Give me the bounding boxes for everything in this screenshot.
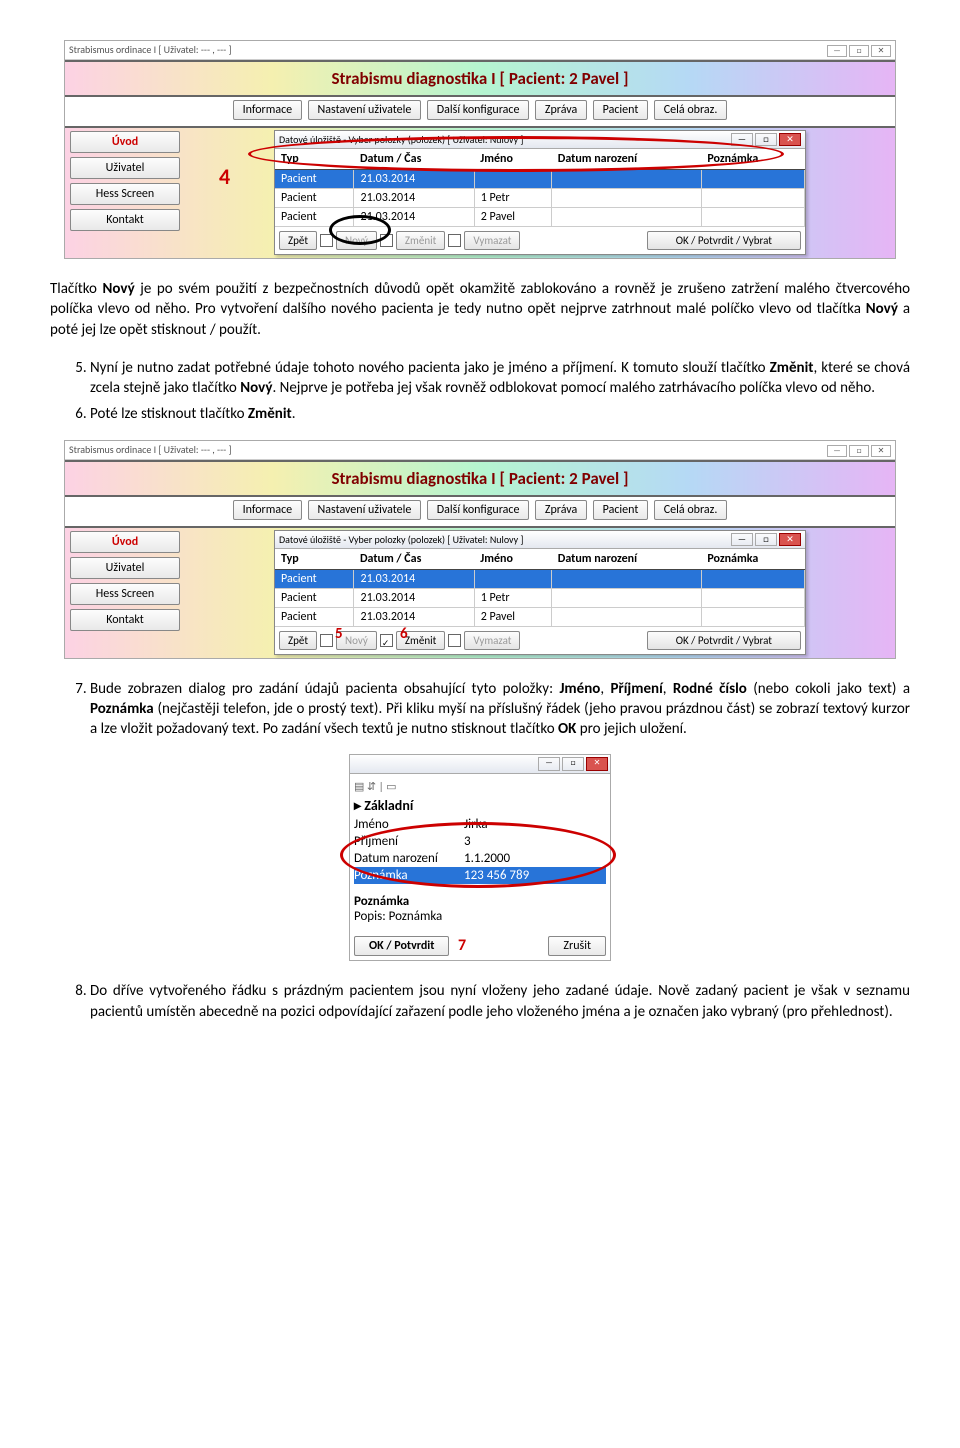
outer-window-title: Strabismus ordinace I [ Uživatel: --- , …: [65, 41, 895, 60]
zpet-button[interactable]: Zpět: [279, 231, 317, 250]
paragraph-1: Tlačítko Nový je po svém použití z bezpe…: [50, 279, 910, 340]
annotation-5: 5: [335, 625, 343, 643]
novy-button[interactable]: Nový: [336, 231, 377, 250]
list-item-6: Poté lze stisknout tlačítko Změnit.: [90, 404, 910, 424]
list-item-8: Do dříve vytvořeného řádku s prázdným pa…: [90, 981, 910, 1022]
ok-button[interactable]: OK / Potvrdit / Vybrat: [647, 631, 801, 650]
dialog-titlebar: —□✕: [350, 755, 610, 774]
inner-window: Datové úložiště - Vyber polozky (polozek…: [274, 530, 806, 655]
annotation-7: 7: [458, 936, 466, 955]
nav-informace[interactable]: Informace: [233, 100, 303, 120]
vymazat-checkbox[interactable]: [448, 634, 461, 647]
numbered-list-5-6: Nyní je nutno zadat potřebné údaje tohot…: [50, 358, 910, 425]
nav-nastaveni[interactable]: Nastavení uživatele: [308, 100, 422, 120]
bottom-header: Poznámka: [354, 894, 606, 909]
nav-pacient[interactable]: Pacient: [593, 100, 649, 120]
field-poznamka[interactable]: Poznámka123 456 789: [354, 867, 606, 884]
close-icon[interactable]: ✕: [586, 757, 608, 771]
app-header: Strabismu diagnostika I [ Pacient: 2 Pav…: [65, 460, 895, 497]
zmenit-button[interactable]: Změnit: [396, 231, 445, 250]
nav-konfigurace[interactable]: Další konfigurace: [427, 500, 530, 520]
table-row[interactable]: Pacient21.03.20142 Pavel: [275, 607, 805, 626]
field-narozeni[interactable]: Datum narození1.1.2000: [354, 850, 606, 867]
nav-obrazovka[interactable]: Celá obraz.: [654, 100, 728, 120]
window-buttons: —□✕: [825, 43, 891, 57]
list-item-5: Nyní je nutno zadat potřebné údaje tohot…: [90, 358, 910, 399]
table-row[interactable]: Pacient21.03.20141 Petr: [275, 588, 805, 607]
screenshot-1: Strabismus ordinace I [ Uživatel: --- , …: [64, 40, 896, 259]
sidebar-uzivatel[interactable]: Uživatel: [70, 157, 180, 179]
outer-window-title: Strabismus ordinace I [ Uživatel: --- , …: [65, 441, 895, 460]
sidebar: Úvod Uživatel Hess Screen Kontakt: [65, 128, 185, 258]
vymazat-checkbox[interactable]: [448, 234, 461, 247]
inner-window: Datové úložiště - Vyber polozky (polozek…: [274, 130, 806, 255]
nav-nastaveni[interactable]: Nastavení uživatele: [308, 500, 422, 520]
novy-checkbox[interactable]: [320, 234, 333, 247]
patient-table: TypDatum / ČasJménoDatum narozeníPoznámk…: [275, 149, 805, 227]
field-jmeno[interactable]: JménoJirka: [354, 816, 606, 833]
sidebar-uzivatel[interactable]: Uživatel: [70, 557, 180, 579]
sidebar: Úvod Uživatel Hess Screen Kontakt: [65, 528, 185, 658]
screenshot-2: Strabismus ordinace I [ Uživatel: --- , …: [64, 440, 896, 659]
zmenit-checkbox[interactable]: [380, 634, 393, 647]
numbered-list-8: Do dříve vytvořeného řádku s prázdným pa…: [50, 981, 910, 1022]
nav-obrazovka[interactable]: Celá obraz.: [654, 500, 728, 520]
nav-zprava[interactable]: Zpráva: [535, 500, 587, 520]
app-header: Strabismu diagnostika I [ Pacient: 2 Pav…: [65, 60, 895, 97]
list-item-7: Bude zobrazen dialog pro zadání údajů pa…: [90, 679, 910, 740]
novy-checkbox[interactable]: [320, 634, 333, 647]
sidebar-uvod[interactable]: Úvod: [70, 531, 180, 553]
zpet-button[interactable]: Zpět: [279, 631, 317, 650]
zmenit-checkbox[interactable]: [380, 234, 393, 247]
field-prijmeni[interactable]: Příjmení3: [354, 833, 606, 850]
button-row: Zpět Nový Změnit Vymazat OK / Potvrdit /…: [275, 227, 805, 254]
toolbar-icons: ▤ ⇵ | ▭: [354, 778, 606, 795]
nav-bar: Informace Nastavení uživatele Další konf…: [65, 97, 895, 128]
table-row[interactable]: Pacient21.03.20141 Petr: [275, 189, 805, 208]
table-row[interactable]: Pacient21.03.20142 Pavel: [275, 208, 805, 227]
close-icon[interactable]: ✕: [779, 133, 801, 146]
cancel-button[interactable]: Zrušit: [548, 936, 606, 956]
annotation-6: 6: [400, 625, 408, 643]
close-icon[interactable]: ✕: [779, 533, 801, 546]
ok-button[interactable]: OK / Potvrdit / Vybrat: [647, 231, 801, 250]
table-row[interactable]: Pacient21.03.2014: [275, 170, 805, 189]
nav-bar: Informace Nastavení uživatele Další konf…: [65, 497, 895, 528]
nav-konfigurace[interactable]: Další konfigurace: [427, 100, 530, 120]
inner-window-title: Datové úložiště - Vyber polozky (polozek…: [279, 133, 523, 146]
sidebar-uvod[interactable]: Úvod: [70, 131, 180, 153]
button-row: Zpět Nový 5 Změnit 6 Vymazat OK / Potvrd…: [275, 627, 805, 654]
bottom-text: Popis: Poznámka: [354, 909, 606, 924]
section-header: ▸ Základní: [354, 795, 606, 816]
numbered-list-7: Bude zobrazen dialog pro zadání údajů pa…: [50, 679, 910, 740]
sidebar-kontakt[interactable]: Kontakt: [70, 609, 180, 631]
nav-pacient[interactable]: Pacient: [593, 500, 649, 520]
screenshot-3: —□✕ ▤ ⇵ | ▭ ▸ Základní JménoJirka Příjme…: [349, 754, 611, 961]
annotation-4: 4: [219, 163, 230, 190]
sidebar-kontakt[interactable]: Kontakt: [70, 209, 180, 231]
sidebar-hess[interactable]: Hess Screen: [70, 183, 180, 205]
inner-window-title: Datové úložiště - Vyber polozky (polozek…: [279, 533, 523, 546]
vymazat-button[interactable]: Vymazat: [464, 231, 520, 250]
vymazat-button[interactable]: Vymazat: [464, 631, 520, 650]
nav-informace[interactable]: Informace: [233, 500, 303, 520]
ok-button[interactable]: OK / Potvrdit: [354, 936, 449, 956]
table-row[interactable]: Pacient21.03.2014: [275, 569, 805, 588]
sidebar-hess[interactable]: Hess Screen: [70, 583, 180, 605]
patient-table: TypDatum / ČasJménoDatum narozeníPoznámk…: [275, 549, 805, 627]
nav-zprava[interactable]: Zpráva: [535, 100, 587, 120]
